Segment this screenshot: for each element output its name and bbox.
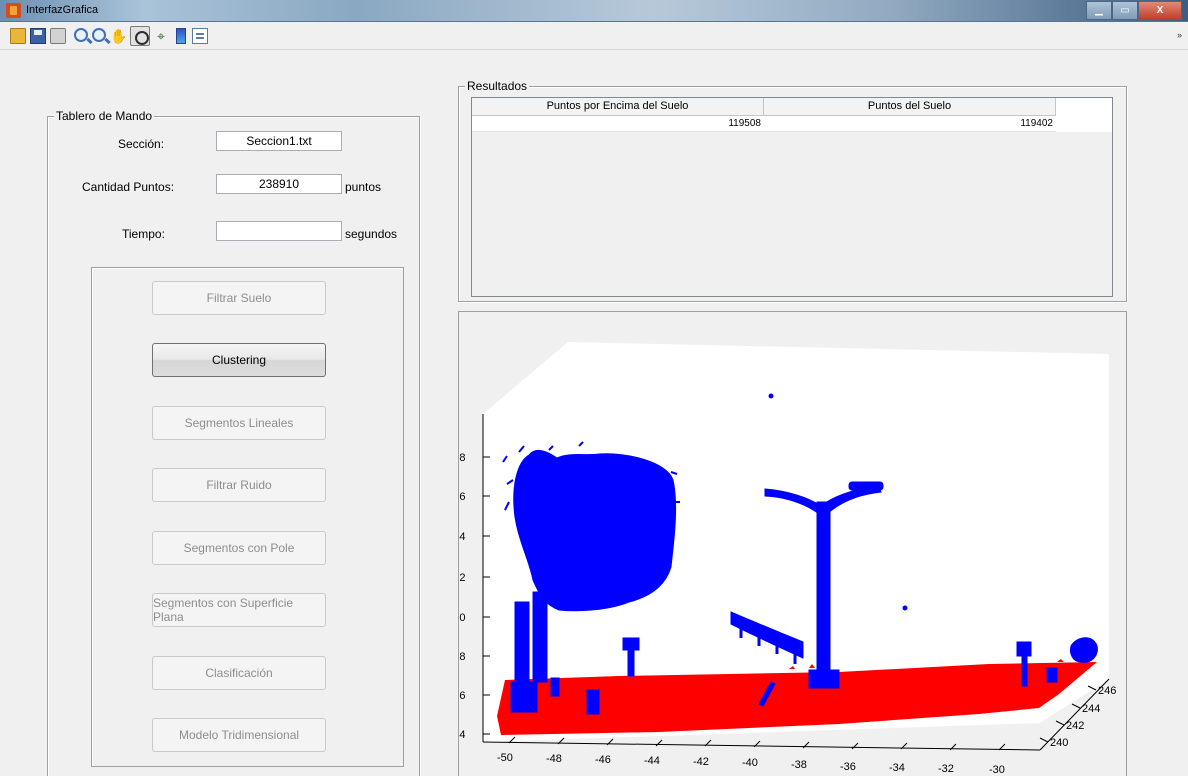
tiempo-field[interactable] <box>216 221 342 241</box>
x-tick-label: -44 <box>644 755 660 767</box>
maximize-button[interactable]: ▭ <box>1112 1 1138 20</box>
window-title: InterfazGrafica <box>26 4 99 16</box>
cantidad-puntos-label: Cantidad Puntos: <box>82 180 175 194</box>
toolbar-overflow-icon[interactable]: » <box>1177 30 1182 40</box>
print-icon[interactable] <box>50 28 66 44</box>
x-tick-label: -42 <box>693 756 709 768</box>
y-tick-label: 244 <box>1082 703 1100 715</box>
zoom-out-icon[interactable] <box>92 28 106 42</box>
title-bar: InterfazGrafica ▁ ▭ X <box>0 0 1188 22</box>
rotate-3d-icon[interactable] <box>130 26 150 46</box>
clasificacion-button[interactable]: Clasificación <box>152 656 326 690</box>
y-tick-label: 246 <box>1098 685 1116 697</box>
seccion-label: Sección: <box>118 137 165 151</box>
x-tick-label: -30 <box>989 764 1005 776</box>
segmentos-con-pole-button[interactable]: Segmentos con Pole <box>152 531 326 565</box>
tablero-de-mando-panel: Tablero de Mando Sección: Seccion1.txt C… <box>47 109 420 776</box>
cantidad-puntos-field[interactable]: 238910 <box>216 174 342 194</box>
x-axis-line <box>482 741 1041 751</box>
resultados-title: Resultados <box>465 79 530 93</box>
x-tick-label: -46 <box>595 754 611 766</box>
table-empty-area <box>472 132 1112 296</box>
figure-toolbar: ✋ ⌖ » <box>0 22 1188 50</box>
x-tick-label: -50 <box>497 752 513 764</box>
z-tick-label: 1020 <box>459 612 465 624</box>
actions-panel: Filtrar Suelo Clustering Segmentos Linea… <box>91 267 404 767</box>
ground-object <box>586 689 600 715</box>
tree-trunk <box>532 591 548 683</box>
x-tick-label: -48 <box>546 753 562 765</box>
lamp-head <box>848 481 884 491</box>
modelo-tridimensional-button[interactable]: Modelo Tridimensional <box>152 718 326 752</box>
tree-trunk-base <box>510 681 538 713</box>
x-tick-label: -32 <box>938 763 954 775</box>
lamp-base <box>808 669 840 689</box>
pan-icon[interactable]: ✋ <box>110 28 127 44</box>
column-header-encima[interactable]: Puntos por Encima del Suelo <box>472 98 764 116</box>
z-tick-label: 1028 <box>459 452 465 464</box>
minimize-button[interactable]: ▁ <box>1086 1 1112 20</box>
save-icon[interactable] <box>30 28 46 44</box>
seccion-field[interactable]: Seccion1.txt <box>216 131 342 151</box>
clustering-button[interactable]: Clustering <box>152 343 326 377</box>
outlier-point <box>768 393 774 399</box>
segmentos-superficie-plana-button[interactable]: Segmentos con Superficie Plana <box>152 593 326 627</box>
cell-puntos-suelo[interactable]: 119402 <box>764 116 1056 132</box>
filtrar-suelo-button[interactable]: Filtrar Suelo <box>152 281 326 315</box>
table-row[interactable]: 119508 119402 <box>472 116 1056 132</box>
resultados-panel: Resultados Puntos por Encima del Suelo P… <box>458 79 1127 302</box>
ground-object <box>550 677 560 697</box>
point-cloud-3d-plot[interactable]: 1028 1026 1024 1022 1020 1018 1016 1014 … <box>459 312 1128 776</box>
lamp-pole <box>816 501 831 681</box>
cell-puntos-encima[interactable]: 119508 <box>472 116 764 132</box>
bollard-pole <box>627 647 635 677</box>
right-shrub <box>1070 637 1098 663</box>
x-tick-label: -34 <box>889 762 905 774</box>
tiempo-label: Tiempo: <box>122 227 165 241</box>
column-header-suelo[interactable]: Puntos del Suelo <box>764 98 1056 116</box>
ground-object <box>1046 667 1058 683</box>
filtrar-ruido-button[interactable]: Filtrar Ruido <box>152 468 326 502</box>
x-tick-label: -36 <box>840 761 856 773</box>
tablero-title: Tablero de Mando <box>54 109 155 123</box>
bollard-right-pole <box>1021 653 1028 687</box>
z-tick-label: 1018 <box>459 651 465 663</box>
segundos-unit-label: segundos <box>345 227 398 241</box>
segmentos-lineales-button[interactable]: Segmentos Lineales <box>152 406 326 440</box>
puntos-unit-label: puntos <box>345 180 382 194</box>
z-tick-label: 1014 <box>459 729 465 741</box>
z-tick-label: 1024 <box>459 531 465 543</box>
legend-icon[interactable] <box>192 28 208 44</box>
window-controls: ▁ ▭ X <box>1086 1 1182 20</box>
x-tick-label: -40 <box>742 757 758 769</box>
y-tick-label: 240 <box>1050 737 1068 749</box>
x-tick-label: -38 <box>791 759 807 771</box>
table-header: Puntos por Encima del Suelo Puntos del S… <box>472 98 1056 116</box>
matlab-app-icon <box>6 3 21 18</box>
outlier-point <box>902 605 908 611</box>
zoom-in-icon[interactable] <box>74 28 88 42</box>
open-file-icon[interactable] <box>10 28 26 44</box>
close-button[interactable]: X <box>1138 1 1182 20</box>
z-tick-label: 1016 <box>459 690 465 702</box>
y-tick-label: 242 <box>1066 720 1084 732</box>
resultados-table[interactable]: Puntos por Encima del Suelo Puntos del S… <box>471 97 1113 297</box>
plot-panel: 1028 1026 1024 1022 1020 1018 1016 1014 … <box>458 311 1127 776</box>
colorbar-icon[interactable] <box>176 28 186 44</box>
data-cursor-icon[interactable]: ⌖ <box>157 28 173 44</box>
z-tick-label: 1022 <box>459 572 465 584</box>
tree-canopy <box>513 450 677 612</box>
z-tick-label: 1026 <box>459 491 465 503</box>
